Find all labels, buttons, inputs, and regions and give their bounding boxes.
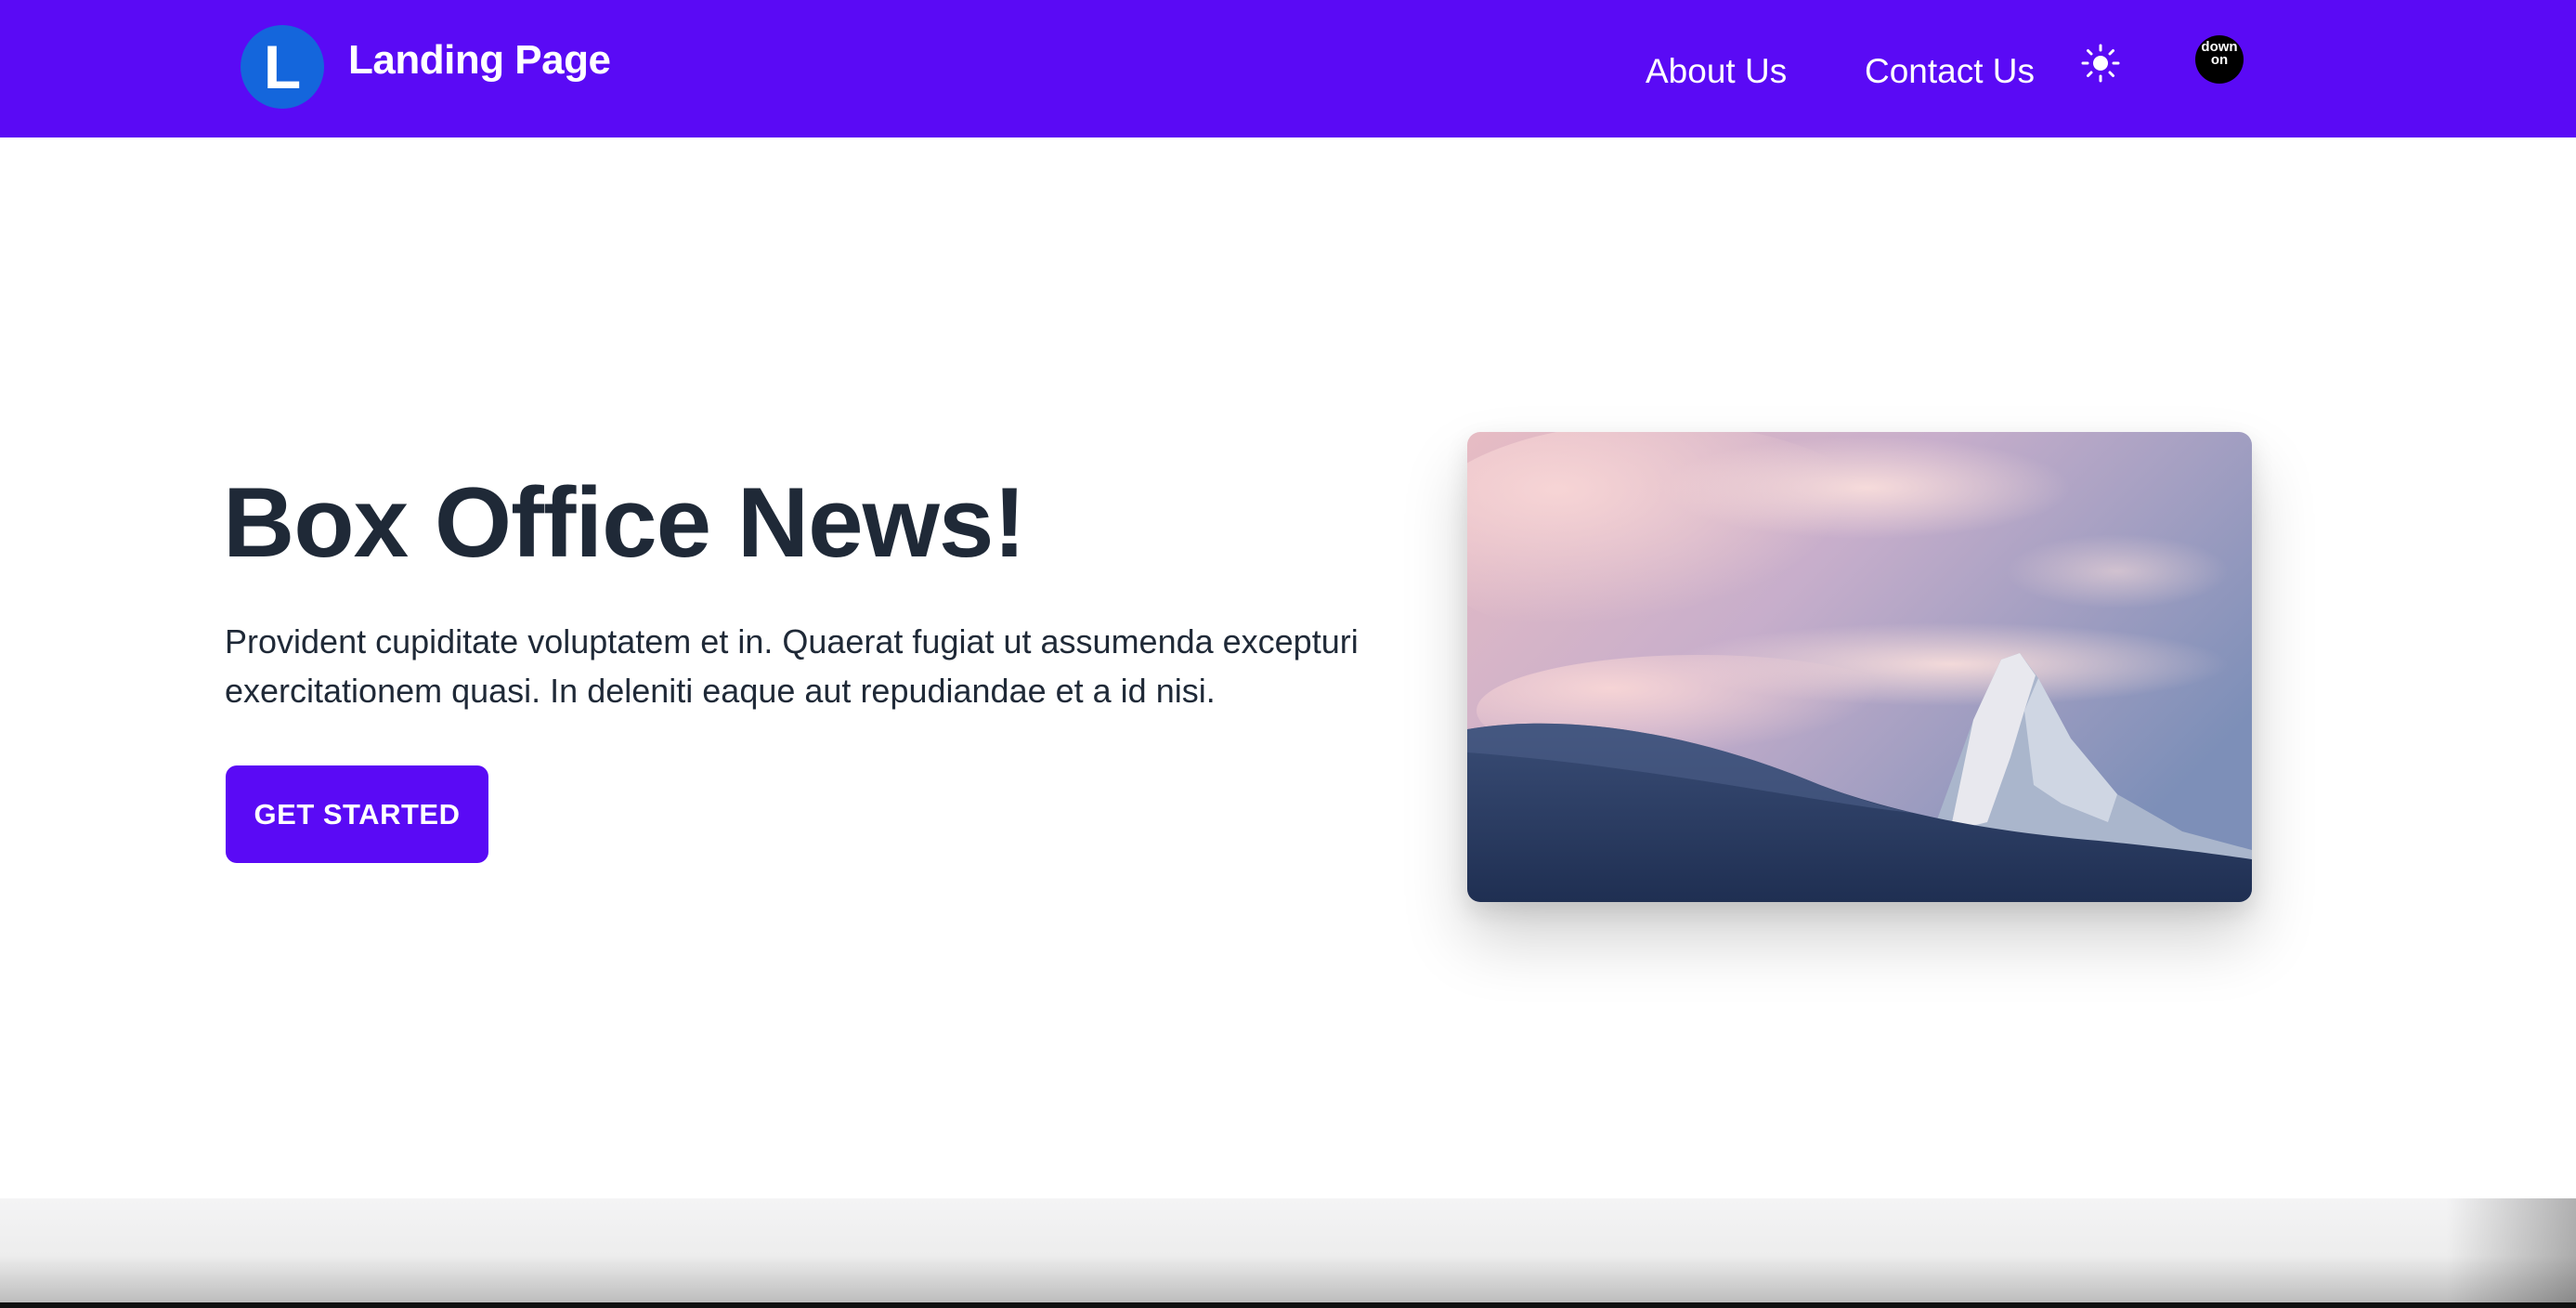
nav-link-about-us[interactable]: About Us [1646, 52, 1787, 91]
window-bottom-edge [0, 1302, 2576, 1308]
hero-title: Box Office News! [223, 466, 1026, 578]
avatar[interactable]: down on [2195, 35, 2244, 84]
brand-name[interactable]: Landing Page [348, 37, 611, 84]
logo-icon[interactable]: L [241, 25, 324, 109]
navbar: L Landing Page About Us Contact Us down … [0, 0, 2576, 137]
hero-image-mountain [1467, 432, 2252, 902]
footer-band [0, 1198, 2576, 1302]
avatar-text: down on [2201, 39, 2238, 68]
nav-link-contact-us[interactable]: Contact Us [1865, 52, 2035, 91]
sun-icon[interactable] [2080, 43, 2121, 84]
hero-description: Provident cupiditate voluptatem et in. Q… [225, 622, 1359, 710]
get-started-button[interactable]: GET STARTED [226, 765, 488, 863]
